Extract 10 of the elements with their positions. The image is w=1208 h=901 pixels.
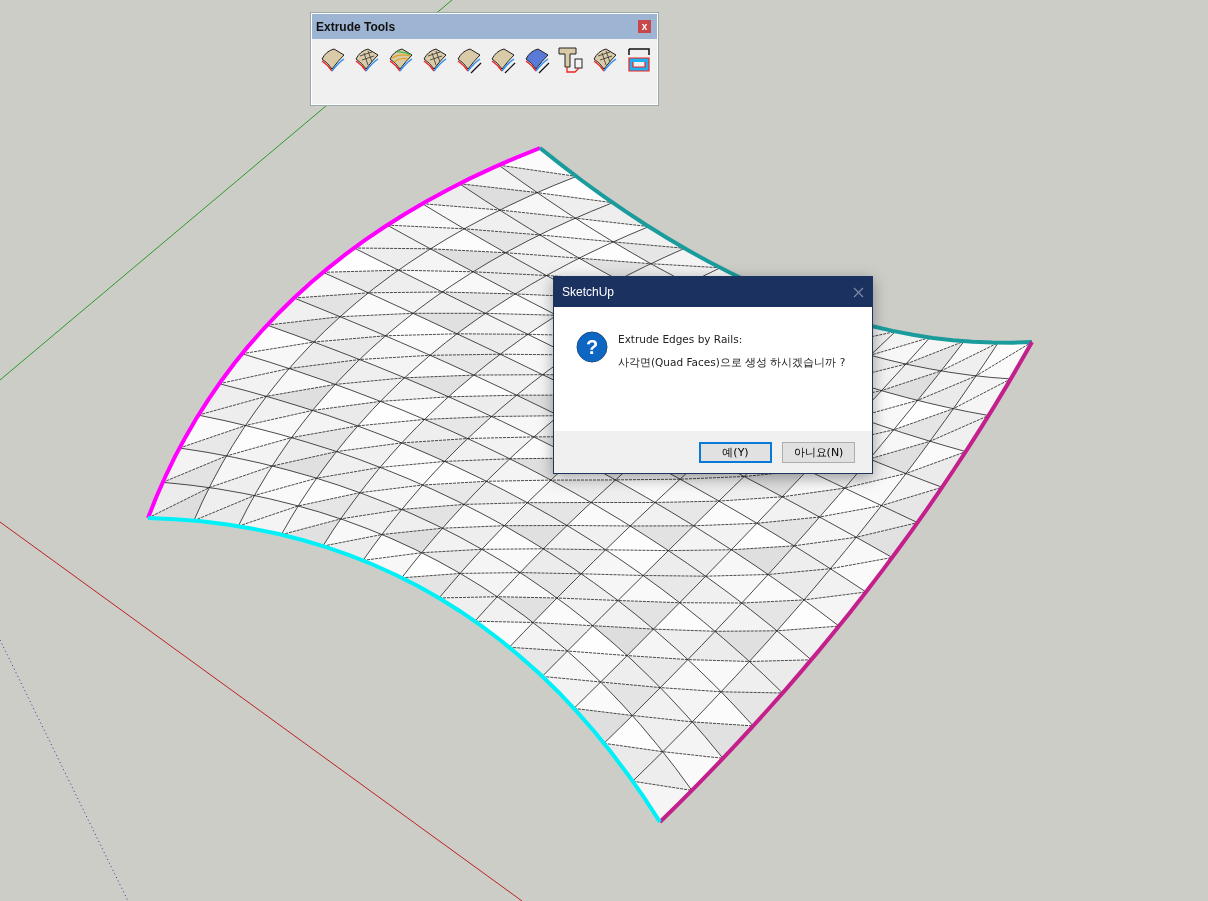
dialog-button[interactable]: 아니요(N) xyxy=(782,441,855,463)
question-icon: ? xyxy=(576,331,608,363)
profile-rail-icon xyxy=(556,45,586,75)
close-icon[interactable] xyxy=(853,286,864,298)
toolbar-title: Extrude Tools xyxy=(316,19,396,34)
dialog-message: 사각면(Quad Faces)으로 생성 하시겠습니까 ? xyxy=(618,356,846,370)
dialog-heading: Extrude Edges by Rails: xyxy=(618,333,744,345)
dialog-title: SketchUp xyxy=(562,285,615,299)
close-button[interactable]: x xyxy=(638,20,651,33)
dialog-button[interactable]: 예(Y) xyxy=(699,441,772,463)
